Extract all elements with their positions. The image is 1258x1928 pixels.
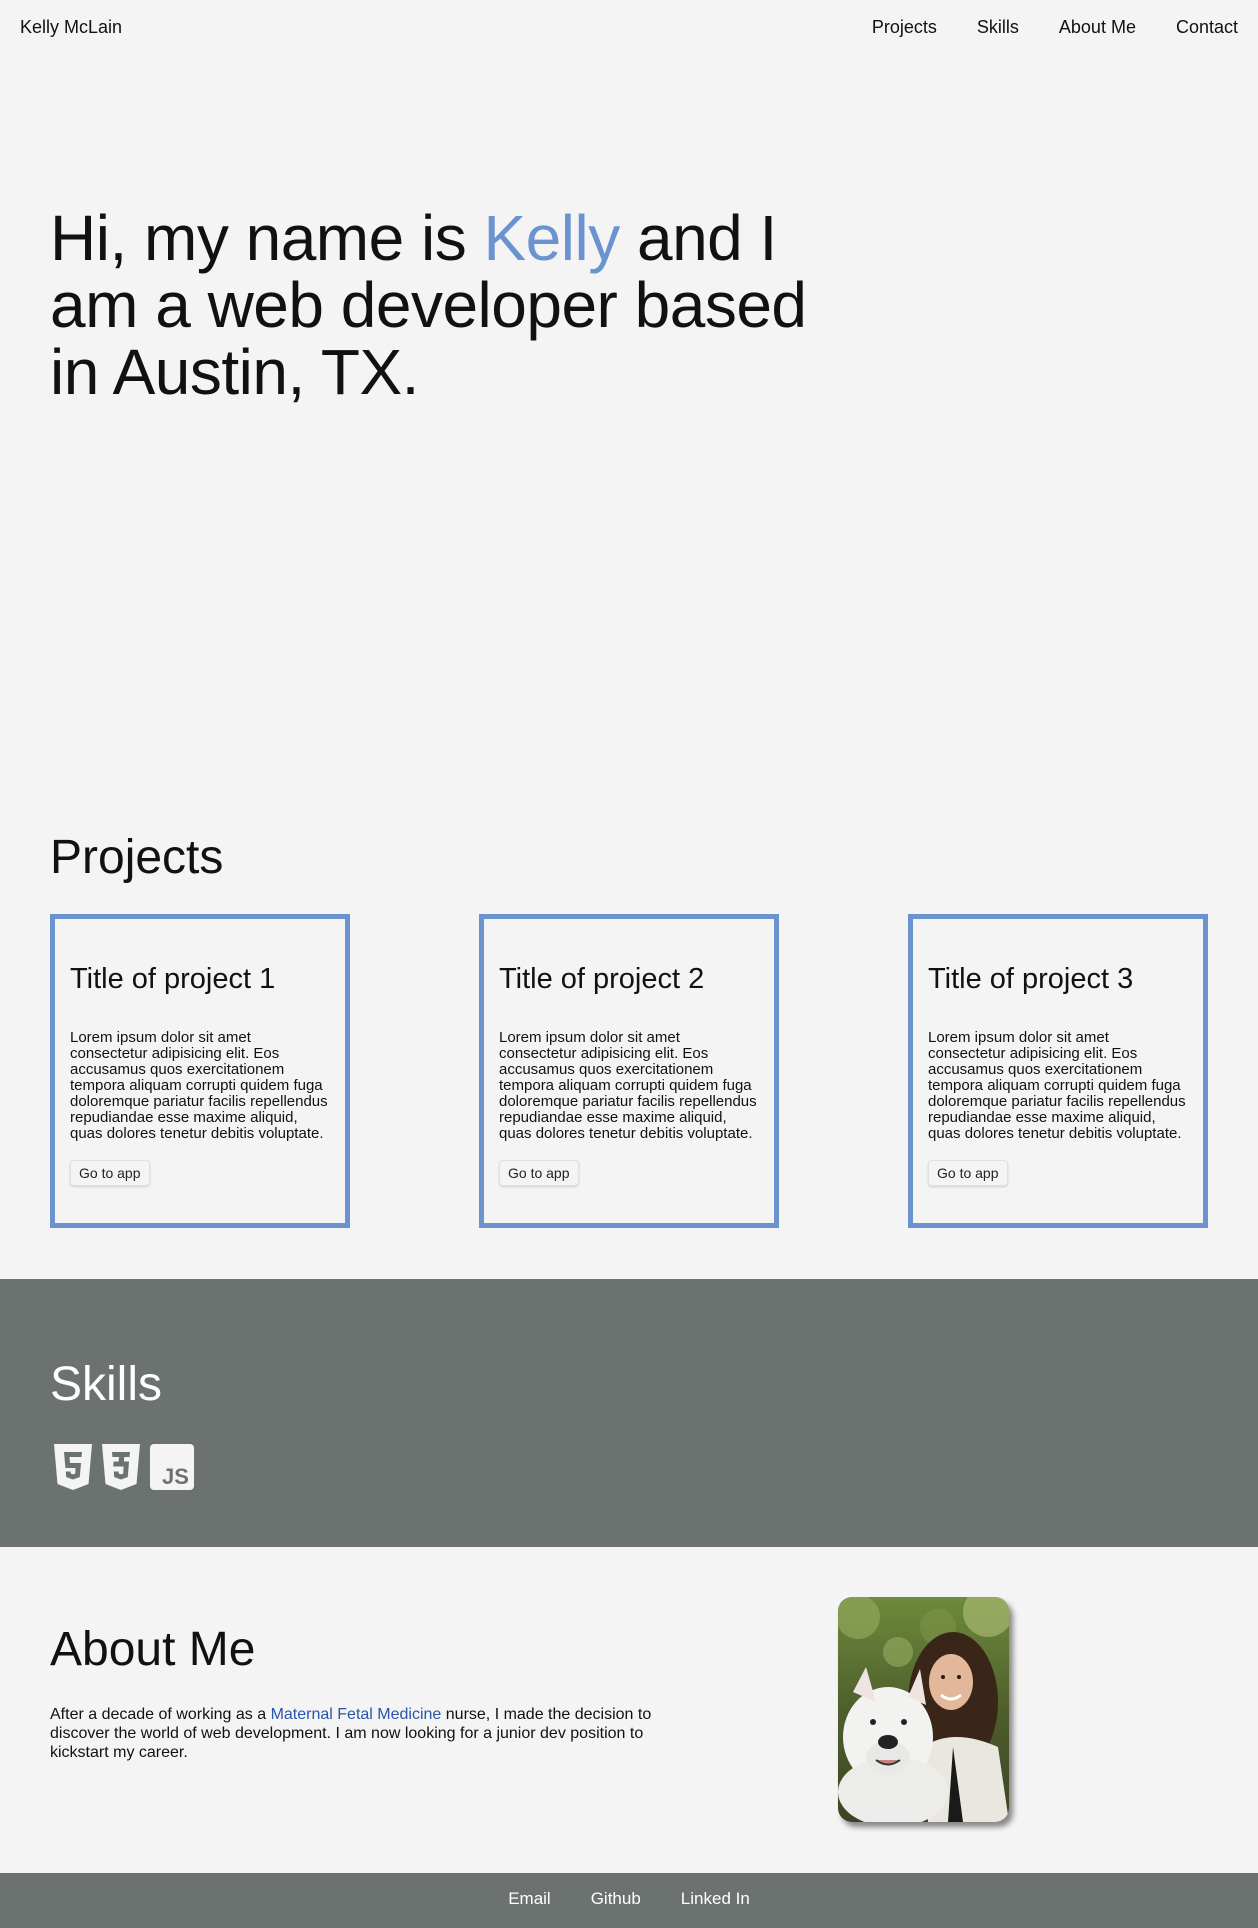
projects-title: Projects: [50, 831, 224, 884]
javascript-icon-label: JS: [162, 1464, 189, 1489]
html5-icon: [54, 1444, 92, 1490]
nav-link-about-me[interactable]: About Me: [1059, 17, 1136, 38]
skills-section: Skills JS: [0, 1279, 1258, 1547]
hero-name-highlight: Kelly: [483, 202, 620, 274]
site-brand[interactable]: Kelly McLain: [20, 17, 122, 38]
nav-links: Projects Skills About Me Contact: [872, 17, 1238, 38]
nav-link-projects[interactable]: Projects: [872, 17, 937, 38]
project-title: Title of project 3: [928, 963, 1134, 995]
about-text-before: After a decade of working as a: [50, 1706, 271, 1723]
skill-icons: JS: [54, 1444, 194, 1490]
profile-photo: [838, 1597, 1009, 1822]
javascript-icon: JS: [150, 1444, 194, 1490]
maternal-fetal-medicine-link[interactable]: Maternal Fetal Medicine: [271, 1706, 442, 1723]
css3-icon: [102, 1444, 140, 1490]
project-card: Title of project 1 Lorem ipsum dolor sit…: [50, 914, 350, 1228]
nav-link-skills[interactable]: Skills: [977, 17, 1019, 38]
skills-title: Skills: [50, 1358, 163, 1411]
about-title: About Me: [50, 1623, 256, 1676]
project-description: Lorem ipsum dolor sit amet consectetur a…: [70, 1029, 328, 1142]
about-text: After a decade of working as a Maternal …: [50, 1705, 670, 1762]
project-title: Title of project 2: [499, 963, 705, 995]
hero-heading: Hi, my name is Kelly and I am a web deve…: [50, 205, 850, 406]
project-description: Lorem ipsum dolor sit amet consectetur a…: [499, 1029, 757, 1142]
top-nav: Kelly McLain Projects Skills About Me Co…: [0, 0, 1258, 56]
footer-link-github[interactable]: Github: [591, 1889, 641, 1909]
project-card: Title of project 2 Lorem ipsum dolor sit…: [479, 914, 779, 1228]
footer-links: Email Github Linked In: [0, 1889, 1258, 1909]
nav-link-contact[interactable]: Contact: [1176, 17, 1238, 38]
project-card: Title of project 3 Lorem ipsum dolor sit…: [908, 914, 1208, 1228]
footer-link-linkedin[interactable]: Linked In: [681, 1889, 750, 1909]
profile-photo-image: [838, 1597, 1009, 1822]
project-description: Lorem ipsum dolor sit amet consectetur a…: [928, 1029, 1186, 1142]
hero-text-before: Hi, my name is: [50, 202, 484, 274]
footer-link-email[interactable]: Email: [508, 1889, 551, 1909]
go-to-app-button[interactable]: Go to app: [70, 1160, 150, 1186]
project-title: Title of project 1: [70, 963, 276, 995]
go-to-app-button[interactable]: Go to app: [499, 1160, 579, 1186]
go-to-app-button[interactable]: Go to app: [928, 1160, 1008, 1186]
footer: Email Github Linked In: [0, 1873, 1258, 1928]
